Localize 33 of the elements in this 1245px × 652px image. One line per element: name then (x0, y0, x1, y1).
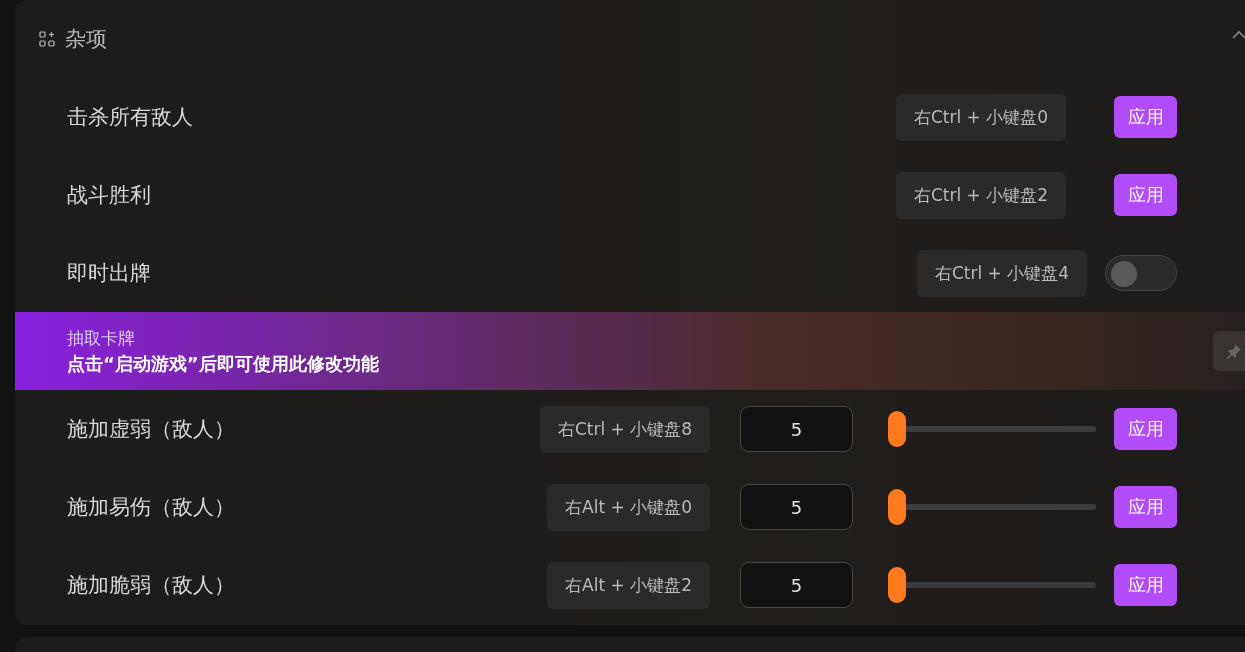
pin-icon (1226, 343, 1242, 359)
cheat-label: 战斗胜利 (67, 182, 151, 209)
hotkey-badge[interactable]: 右Alt + 小键盘0 (547, 483, 710, 531)
hotkey-badge[interactable]: 右Alt + 小键盘2 (547, 561, 710, 609)
cheat-label: 施加虚弱（敌人） (67, 416, 235, 443)
apply-button[interactable]: 应用 (1114, 564, 1177, 606)
apply-button[interactable]: 应用 (1114, 174, 1177, 216)
cheat-label: 施加脆弱（敌人） (67, 572, 235, 599)
toggle-switch[interactable] (1105, 255, 1177, 291)
slider[interactable] (888, 489, 1096, 525)
apply-button[interactable]: 应用 (1114, 486, 1177, 528)
slider[interactable] (888, 411, 1096, 447)
hotkey-badge[interactable]: 右Ctrl + 小键盘8 (539, 405, 710, 453)
slider[interactable] (888, 567, 1096, 603)
cheat-label: 施加易伤（敌人） (67, 494, 235, 521)
apply-button[interactable]: 应用 (1114, 408, 1177, 450)
chevron-icon[interactable] (1232, 30, 1245, 40)
banner-message: 点击“启动游戏”后即可使用此修改功能 (67, 351, 379, 376)
slider-thumb[interactable] (888, 567, 906, 603)
section-title: 杂项 (65, 26, 107, 53)
hotkey-badge[interactable]: 右Ctrl + 小键盘4 (916, 249, 1087, 297)
value-input[interactable]: 5 (740, 406, 853, 452)
slider-thumb[interactable] (888, 489, 906, 525)
value-input[interactable]: 5 (740, 562, 853, 608)
slider-thumb[interactable] (888, 411, 906, 447)
cheat-label: 即时出牌 (67, 260, 151, 287)
apply-button[interactable]: 应用 (1114, 96, 1177, 138)
hotkey-badge[interactable]: 右Ctrl + 小键盘2 (895, 171, 1066, 219)
banner-title: 抽取卡牌 (67, 326, 136, 350)
hotkey-badge[interactable]: 右Ctrl + 小键盘0 (895, 93, 1066, 141)
grid-plus-icon (39, 31, 55, 47)
value-input[interactable]: 5 (740, 484, 853, 530)
cheat-label: 击杀所有敌人 (67, 104, 193, 131)
